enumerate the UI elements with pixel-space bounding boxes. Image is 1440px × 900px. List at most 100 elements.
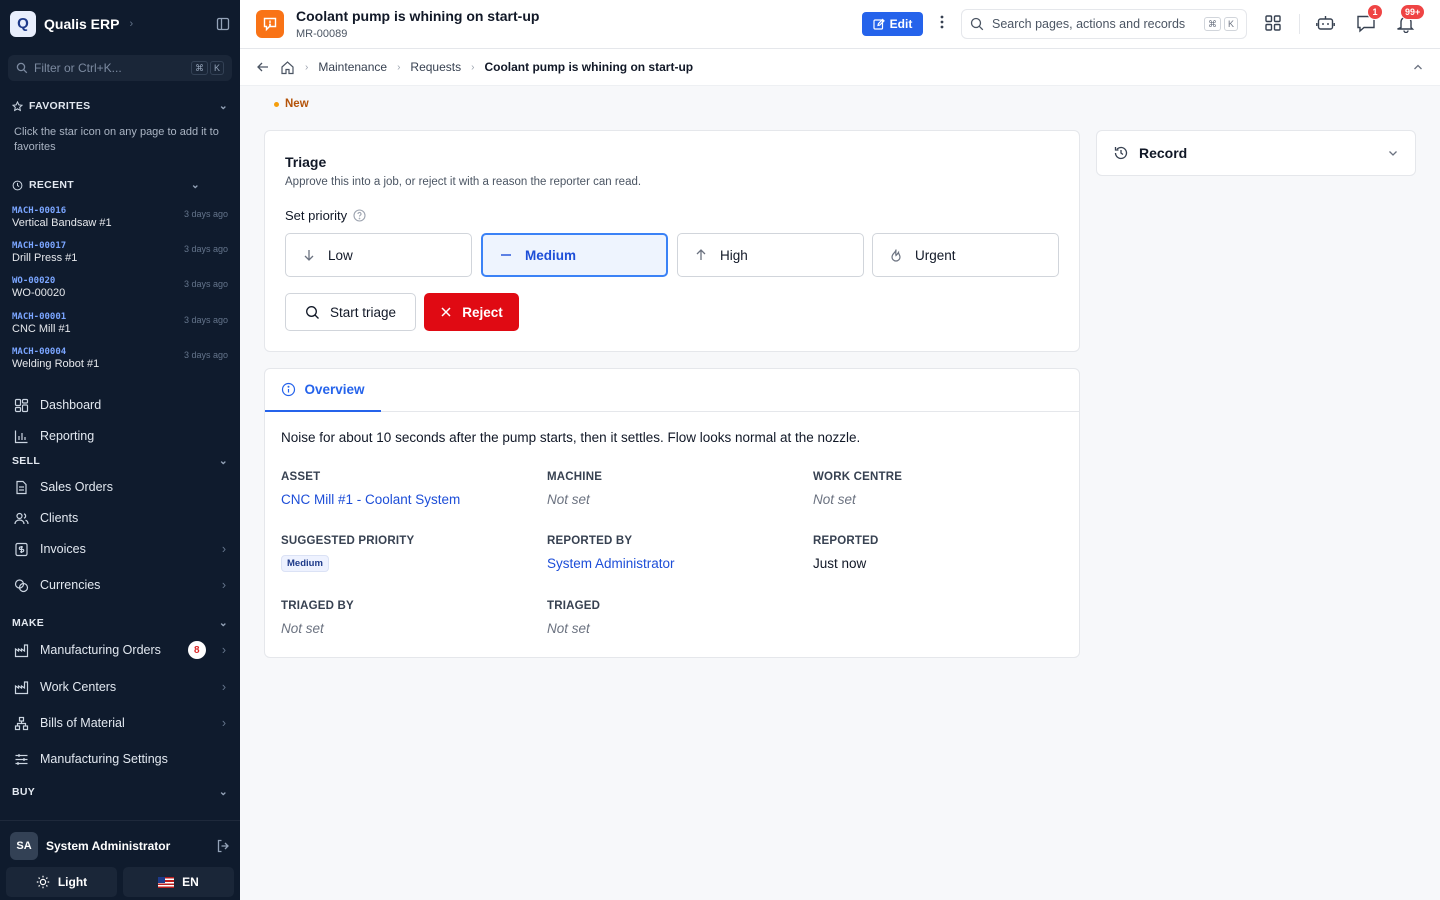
field-asset: ASSET CNC Mill #1 - Coolant System xyxy=(281,471,531,507)
brand[interactable]: Q Qualis ERP › xyxy=(0,0,240,47)
document-icon xyxy=(14,480,30,495)
chevron-down-icon: ⌄ xyxy=(218,455,228,467)
priority-urgent-button[interactable]: Urgent xyxy=(872,233,1059,277)
field-work-centre: WORK CENTRE Not set xyxy=(813,471,1063,507)
buy-section-header[interactable]: BUY ⌄ xyxy=(0,786,240,798)
search-icon xyxy=(970,17,984,31)
field-reported: REPORTED Just now xyxy=(813,535,1063,571)
recent-title: RECENT xyxy=(29,179,74,191)
minus-icon xyxy=(499,248,513,262)
priority-label: Low xyxy=(328,247,353,263)
sidebar-item-bills-of-material[interactable]: Bills of Material › xyxy=(0,708,240,738)
overview-card: Overview Noise for about 10 seconds afte… xyxy=(264,368,1080,658)
asset-link[interactable]: CNC Mill #1 - Coolant System xyxy=(281,492,531,507)
field-label: ASSET xyxy=(281,471,321,483)
triage-description: Approve this into a job, or reject it wi… xyxy=(285,176,642,188)
recent-time: 3 days ago xyxy=(183,350,228,360)
us-flag-icon xyxy=(158,876,175,888)
breadcrumb-current: Coolant pump is whining on start-up xyxy=(484,60,694,74)
sidebar-item-dashboard[interactable]: Dashboard xyxy=(0,390,240,420)
sidebar-item-clients[interactable]: Clients xyxy=(0,503,240,533)
breadcrumb-link-maintenance[interactable]: Maintenance xyxy=(318,60,387,74)
bar-chart-icon xyxy=(14,429,30,444)
chevron-down-icon: ⌄ xyxy=(218,617,228,629)
help-icon[interactable] xyxy=(353,209,366,222)
sidebar-item-manufacturing-orders[interactable]: Manufacturing Orders 8 › xyxy=(0,635,240,665)
sliders-icon xyxy=(14,752,30,767)
priority-low-button[interactable]: Low xyxy=(285,233,472,277)
sidebar-item-manufacturing-settings[interactable]: Manufacturing Settings xyxy=(0,744,240,774)
hierarchy-icon xyxy=(14,716,30,731)
priority-high-button[interactable]: High xyxy=(677,233,864,277)
back-arrow-icon[interactable] xyxy=(256,60,270,74)
field-value: Just now xyxy=(813,556,867,571)
clock-icon xyxy=(12,180,23,191)
field-label: MACHINE xyxy=(547,471,603,483)
sidebar-item-label: Manufacturing Settings xyxy=(40,752,168,766)
start-triage-button[interactable]: Start triage xyxy=(285,293,416,331)
sidebar-item-work-centers[interactable]: Work Centers › xyxy=(0,672,240,702)
arrow-up-icon xyxy=(694,248,708,262)
star-icon xyxy=(12,100,23,112)
field-value: Not set xyxy=(547,621,590,636)
sidebar-filter-input[interactable]: Filter or Ctrl+K... ⌘ K xyxy=(8,55,232,81)
tab-label: Overview xyxy=(304,382,365,397)
user-name: System Administrator xyxy=(46,839,171,853)
sidebar-item-sales-orders[interactable]: Sales Orders xyxy=(0,472,240,502)
recent-time: 3 days ago xyxy=(183,315,228,325)
theme-toggle-button[interactable]: Light xyxy=(6,867,117,897)
more-options-icon[interactable] xyxy=(940,14,944,30)
tab-overview[interactable]: Overview xyxy=(265,369,381,412)
invoice-icon xyxy=(14,542,30,557)
global-search-input[interactable]: Search pages, actions and records ⌘ K xyxy=(961,9,1247,39)
breadcrumb-separator: › xyxy=(397,61,401,73)
breadcrumb-link-requests[interactable]: Requests xyxy=(410,60,461,74)
priority-medium-button[interactable]: Medium xyxy=(481,233,668,277)
user-menu[interactable]: SA System Administrator xyxy=(0,829,240,863)
chevron-right-icon: › xyxy=(221,680,226,694)
messages-badge: 1 xyxy=(1367,4,1383,20)
recent-item[interactable]: MACH-00001 CNC Mill #1 3 days ago xyxy=(12,312,228,342)
logout-icon[interactable] xyxy=(216,839,230,853)
language-button[interactable]: EN xyxy=(123,867,234,897)
sidebar-item-currencies[interactable]: Currencies › xyxy=(0,570,240,600)
priority-label: High xyxy=(720,247,748,263)
recent-item[interactable]: MACH-00017 Drill Press #1 3 days ago xyxy=(12,241,228,271)
edit-label: Edit xyxy=(889,17,913,31)
record-panel[interactable]: Record xyxy=(1096,130,1416,176)
apps-grid-icon[interactable] xyxy=(1264,14,1282,32)
home-icon[interactable] xyxy=(280,60,295,75)
set-priority-label: Set priority xyxy=(285,208,366,223)
chevron-right-icon: › xyxy=(221,716,226,730)
avatar: SA xyxy=(10,832,38,860)
field-suggested-priority: SUGGESTED PRIORITY Medium xyxy=(281,535,531,572)
recent-item[interactable]: MACH-00016 Vertical Bandsaw #1 3 days ag… xyxy=(12,206,228,236)
sidebar-footer: SA System Administrator Light EN xyxy=(0,820,240,900)
count-badge: 8 xyxy=(187,641,206,659)
request-description: Noise for about 10 seconds after the pum… xyxy=(281,430,861,445)
recent-item[interactable]: MACH-00004 Welding Robot #1 3 days ago xyxy=(12,347,228,377)
sidebar: Q Qualis ERP › Filter or Ctrl+K... ⌘ K F… xyxy=(0,0,240,900)
language-label: EN xyxy=(182,875,199,889)
sidebar-collapse-icon[interactable] xyxy=(216,17,230,31)
reported-by-link[interactable]: System Administrator xyxy=(547,556,797,571)
reject-button[interactable]: Reject xyxy=(424,293,519,331)
sell-section-header[interactable]: SELL ⌄ xyxy=(0,455,240,467)
recent-item[interactable]: WO-00020 WO-00020 3 days ago xyxy=(12,276,228,306)
recent-header[interactable]: RECENT ⌄ xyxy=(0,179,212,191)
sidebar-item-label: Bills of Material xyxy=(40,716,125,730)
kbd-k: K xyxy=(209,61,224,75)
robot-assistant-icon[interactable] xyxy=(1316,14,1335,32)
maintenance-request-icon xyxy=(256,10,284,38)
flame-icon xyxy=(889,248,903,262)
breadcrumb-separator: › xyxy=(471,61,475,73)
favorites-header[interactable]: FAVORITES ⌄ xyxy=(0,100,240,112)
page-title: Coolant pump is whining on start-up xyxy=(296,8,540,24)
sidebar-item-invoices[interactable]: Invoices › xyxy=(0,534,240,564)
make-section-header[interactable]: MAKE ⌄ xyxy=(0,617,240,629)
edit-button[interactable]: Edit xyxy=(862,12,923,36)
sidebar-item-reporting[interactable]: Reporting xyxy=(0,421,240,451)
chevron-up-icon[interactable] xyxy=(1412,61,1424,73)
filter-shortcut: ⌘ K xyxy=(190,61,224,75)
status-dot xyxy=(274,101,279,107)
